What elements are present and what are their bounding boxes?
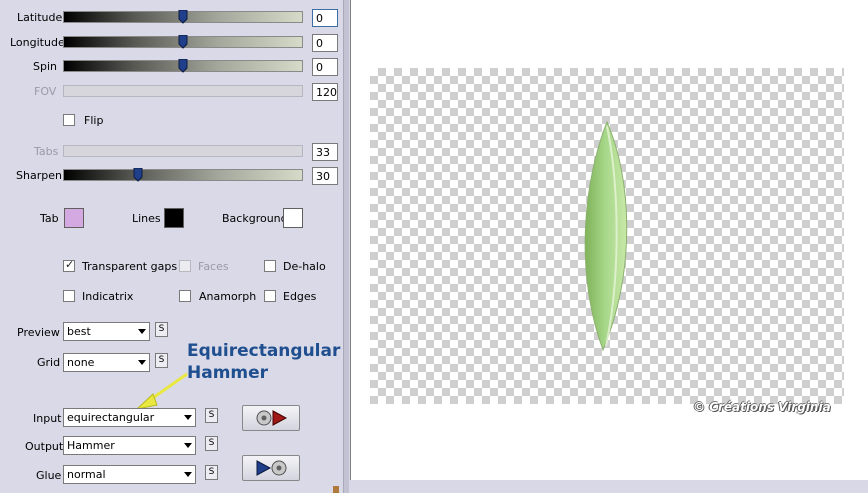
preview-select-value: best (67, 325, 91, 338)
lines-color-swatch[interactable] (164, 208, 184, 228)
latitude-slider[interactable] (63, 10, 303, 24)
fov-value-input[interactable]: 120 (312, 83, 338, 101)
panel-divider[interactable] (343, 0, 349, 493)
background-color-swatch[interactable] (283, 208, 303, 228)
slider-thumb-icon[interactable] (133, 168, 143, 182)
annotation-line2: Hammer (187, 363, 269, 383)
faces-label: Faces (198, 260, 229, 273)
flip-label: Flip (84, 114, 104, 127)
output-s-button[interactable]: S (205, 436, 218, 451)
glue-s-button[interactable]: S (205, 465, 218, 480)
fov-slider (63, 85, 303, 97)
transparent-gaps-checkbox[interactable]: ✓ (63, 258, 75, 272)
grid-s-button[interactable]: S (155, 353, 168, 368)
chevron-down-icon (184, 472, 192, 477)
transparent-gaps-label: Transparent gaps (82, 260, 178, 273)
disc-play-icon (256, 410, 288, 426)
leaf-shape-image (584, 120, 628, 352)
latitude-value-input[interactable]: 0 (312, 9, 338, 27)
preview-s-button[interactable]: S (155, 322, 168, 337)
preview-label: Preview (17, 326, 60, 339)
fov-label: FOV (34, 85, 57, 98)
tabs-label: Tabs (34, 145, 59, 158)
status-strip (350, 480, 868, 493)
arrow-icon (135, 372, 188, 410)
longitude-value-input[interactable]: 0 (312, 34, 338, 52)
grid-select-value: none (67, 356, 95, 369)
edges-checkbox[interactable] (264, 290, 276, 302)
glue-select-value: normal (67, 468, 106, 481)
slider-thumb-icon[interactable] (178, 59, 188, 73)
indicatrix-label: Indicatrix (82, 290, 134, 303)
output-select[interactable]: Hammer (63, 436, 196, 455)
preview-select[interactable]: best (63, 322, 150, 341)
sharpen-label: Sharpen (16, 169, 62, 182)
tab-color-swatch[interactable] (64, 208, 84, 228)
anamorph-label: Anamorph (199, 290, 257, 303)
edges-label: Edges (283, 290, 317, 303)
background-color-label: Background (222, 212, 288, 225)
sharpen-slider[interactable] (63, 168, 303, 182)
glue-select[interactable]: normal (63, 465, 196, 484)
watermark: © Créations Virginia (693, 400, 831, 414)
output-select-value: Hammer (67, 439, 115, 452)
input-select[interactable]: equirectangular (63, 408, 196, 427)
annotation-line1: Equirectangular (187, 341, 341, 361)
chevron-down-icon (184, 415, 192, 420)
slider-thumb-icon[interactable] (178, 10, 188, 24)
flip-checkbox[interactable] (63, 114, 75, 126)
indicatrix-checkbox[interactable] (63, 290, 75, 302)
grid-select[interactable]: none (63, 353, 150, 372)
faces-checkbox (179, 260, 191, 272)
tabs-slider (63, 145, 303, 157)
spin-value-input[interactable]: 0 (312, 58, 338, 76)
resize-grip[interactable] (333, 486, 339, 493)
load-preset-button[interactable] (242, 405, 300, 431)
tabs-value-input[interactable]: 33 (312, 143, 338, 161)
dehalo-label: De-halo (283, 260, 326, 273)
output-label: Output (25, 440, 64, 453)
longitude-slider[interactable] (63, 35, 303, 49)
spin-label: Spin (33, 60, 57, 73)
chevron-down-icon (138, 360, 146, 365)
input-s-button[interactable]: S (205, 408, 218, 423)
chevron-down-icon (184, 443, 192, 448)
sharpen-value-input[interactable]: 30 (312, 167, 338, 185)
play-disc-icon (256, 460, 287, 476)
input-label: Input (33, 412, 62, 425)
save-preset-button[interactable] (242, 455, 300, 481)
glue-label: Glue (36, 469, 62, 482)
input-select-value: equirectangular (67, 411, 155, 424)
spin-slider[interactable] (63, 59, 303, 73)
tab-color-label: Tab (40, 212, 59, 225)
chevron-down-icon (138, 329, 146, 334)
grid-label: Grid (37, 356, 61, 369)
latitude-label: Latitude (17, 11, 63, 24)
preview-canvas (370, 68, 844, 404)
dehalo-checkbox[interactable] (264, 260, 276, 272)
longitude-label: Longitude (10, 36, 65, 49)
check-icon: ✓ (65, 258, 75, 271)
slider-thumb-icon[interactable] (178, 35, 188, 49)
lines-color-label: Lines (132, 212, 161, 225)
anamorph-checkbox[interactable] (179, 290, 191, 302)
